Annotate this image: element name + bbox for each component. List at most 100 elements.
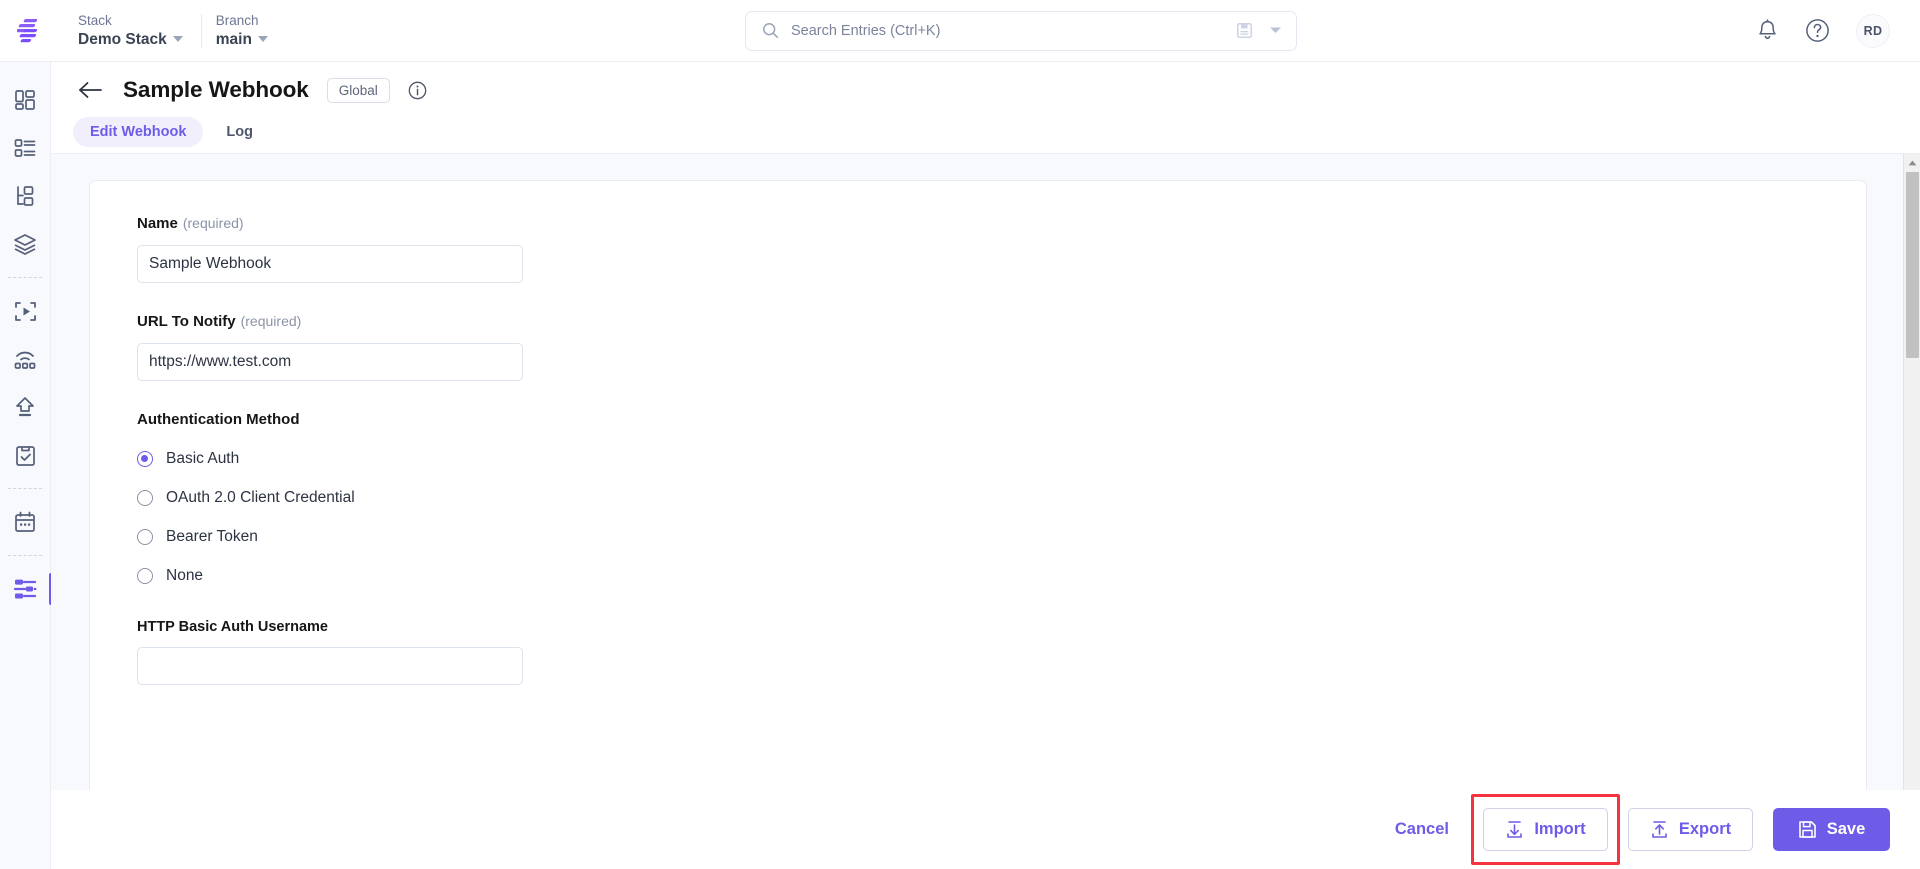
hierarchy-tree-icon bbox=[17, 186, 34, 206]
help-circle-icon[interactable] bbox=[1805, 18, 1830, 43]
import-button-label: Import bbox=[1534, 820, 1586, 838]
export-button[interactable]: Export bbox=[1628, 808, 1753, 851]
chevron-down-icon bbox=[257, 36, 268, 42]
stack-label: Stack bbox=[78, 12, 112, 28]
bell-icon[interactable] bbox=[1756, 18, 1779, 43]
chevron-down-icon[interactable] bbox=[1269, 26, 1282, 35]
radio-option-oauth[interactable]: OAuth 2.0 Client Credential bbox=[137, 489, 1866, 507]
content-scroll-area: Name(required) URL To Notify(required) A… bbox=[51, 154, 1920, 790]
sidebar-item-assets[interactable] bbox=[0, 220, 51, 268]
name-label-text: Name bbox=[137, 215, 178, 232]
sidebar-item-live-preview[interactable] bbox=[0, 287, 51, 335]
radio-option-none[interactable]: None bbox=[137, 567, 1866, 585]
form-action-bar: Cancel Import Export Save bbox=[51, 790, 1920, 869]
sidebar-item-dashboard[interactable] bbox=[0, 76, 51, 124]
clipboard-check-icon bbox=[15, 445, 35, 466]
radio-label-bearer-token: Bearer Token bbox=[166, 528, 258, 545]
layers-stack-icon bbox=[14, 234, 36, 255]
scope-badge: Global bbox=[326, 77, 390, 103]
upload-arrow-icon bbox=[16, 396, 34, 416]
body-row: Sample Webhook Global Edit Webhook Log N… bbox=[0, 62, 1920, 869]
page-title: Sample Webhook bbox=[123, 77, 309, 102]
webhook-form-card: Name(required) URL To Notify(required) A… bbox=[89, 180, 1867, 790]
import-button[interactable]: Import bbox=[1483, 808, 1608, 851]
basic-auth-username-input[interactable] bbox=[137, 647, 523, 685]
chevron-down-icon bbox=[172, 36, 183, 42]
upload-export-icon bbox=[1652, 821, 1667, 838]
download-import-icon bbox=[1507, 821, 1523, 838]
page-header: Sample Webhook Global bbox=[51, 62, 1920, 110]
sidebar-item-releases[interactable] bbox=[0, 335, 51, 383]
floppy-save-icon bbox=[1798, 821, 1816, 838]
calendar-icon bbox=[15, 511, 35, 532]
sidebar-item-taxonomy[interactable] bbox=[0, 172, 51, 220]
radio-bearer-token[interactable] bbox=[137, 529, 153, 545]
search-actions bbox=[1236, 22, 1282, 39]
back-button[interactable] bbox=[75, 75, 105, 105]
radio-option-bearer-token[interactable]: Bearer Token bbox=[137, 528, 1866, 546]
branch-label: Branch bbox=[215, 12, 259, 28]
sidebar-item-publish-queue[interactable] bbox=[0, 383, 51, 431]
branch-value: main bbox=[216, 30, 268, 49]
broadcast-dots-icon bbox=[14, 351, 36, 369]
left-sidebar bbox=[0, 62, 52, 869]
info-circle-icon[interactable] bbox=[408, 81, 427, 100]
search-bar[interactable]: Search Entries (Ctrl+K) bbox=[744, 10, 1297, 51]
url-label: URL To Notify (required) bbox=[137, 313, 1866, 330]
field-name: Name (required) bbox=[137, 215, 1866, 283]
url-label-text: URL To Notify bbox=[137, 313, 236, 330]
sidebar-item-audit-log[interactable] bbox=[0, 431, 51, 479]
field-auth-method: Authentication Method Basic Auth OAuth 2… bbox=[137, 411, 1866, 585]
tabs: Edit Webhook Log bbox=[51, 110, 1920, 154]
sidebar-item-schedule[interactable] bbox=[0, 498, 51, 546]
name-input[interactable] bbox=[137, 245, 523, 283]
sidebar-divider bbox=[8, 277, 42, 278]
arrow-left-icon bbox=[78, 82, 102, 98]
search-icon bbox=[763, 23, 779, 39]
save-button[interactable]: Save bbox=[1773, 808, 1890, 851]
stack-value-text: Demo Stack bbox=[78, 30, 167, 48]
radio-oauth[interactable] bbox=[137, 490, 153, 506]
branch-switcher[interactable]: Branch main bbox=[202, 13, 286, 49]
top-bar-actions: RD bbox=[1756, 13, 1920, 48]
contentstack-logo-icon bbox=[17, 18, 38, 42]
tab-edit-webhook[interactable]: Edit Webhook bbox=[73, 116, 204, 147]
import-highlight-box: Import bbox=[1471, 794, 1620, 865]
sidebar-item-settings[interactable] bbox=[0, 565, 52, 613]
radio-basic-auth[interactable] bbox=[137, 451, 153, 467]
scrollbar-thumb[interactable] bbox=[1906, 172, 1919, 358]
top-bar: Stack Demo Stack Branch main Search Entr… bbox=[0, 0, 1920, 62]
avatar[interactable]: RD bbox=[1856, 13, 1890, 48]
search-area: Search Entries (Ctrl+K) bbox=[286, 10, 1756, 51]
url-input[interactable] bbox=[137, 343, 523, 381]
cancel-button[interactable]: Cancel bbox=[1381, 812, 1463, 847]
radio-option-basic-auth[interactable]: Basic Auth bbox=[137, 450, 1866, 468]
auth-method-label: Authentication Method bbox=[137, 411, 300, 428]
vertical-scrollbar[interactable] bbox=[1903, 154, 1920, 790]
basic-auth-username-label: HTTP Basic Auth Username bbox=[137, 619, 328, 635]
url-required-hint: (required) bbox=[240, 313, 302, 329]
scrollbar-up-button[interactable] bbox=[1904, 154, 1920, 171]
field-basic-auth-username: HTTP Basic Auth Username bbox=[137, 619, 1866, 685]
avatar-initials: RD bbox=[1863, 23, 1883, 38]
save-button-label: Save bbox=[1826, 820, 1866, 838]
chevron-up-icon bbox=[1908, 160, 1916, 165]
sidebar-item-content-types[interactable] bbox=[0, 124, 51, 172]
tab-log[interactable]: Log bbox=[209, 117, 270, 147]
search-input-placeholder[interactable]: Search Entries (Ctrl+K) bbox=[791, 23, 1224, 39]
app-logo[interactable] bbox=[0, 18, 64, 44]
name-label: Name (required) bbox=[137, 215, 1866, 232]
play-frame-icon bbox=[14, 301, 36, 321]
radio-none[interactable] bbox=[137, 568, 153, 584]
radio-label-oauth: OAuth 2.0 Client Credential bbox=[166, 489, 355, 506]
stack-value: Demo Stack bbox=[78, 30, 183, 49]
content-list-icon bbox=[14, 139, 36, 157]
sidebar-divider bbox=[8, 488, 42, 489]
main-panel: Sample Webhook Global Edit Webhook Log N… bbox=[51, 62, 1920, 869]
name-required-hint: (required) bbox=[182, 215, 244, 231]
app-root: Stack Demo Stack Branch main Search Entr… bbox=[0, 0, 1920, 869]
stack-switcher[interactable]: Stack Demo Stack bbox=[64, 13, 201, 49]
sidebar-divider bbox=[8, 555, 42, 556]
saved-views-icon[interactable] bbox=[1236, 22, 1253, 39]
field-url: URL To Notify (required) bbox=[137, 313, 1866, 381]
